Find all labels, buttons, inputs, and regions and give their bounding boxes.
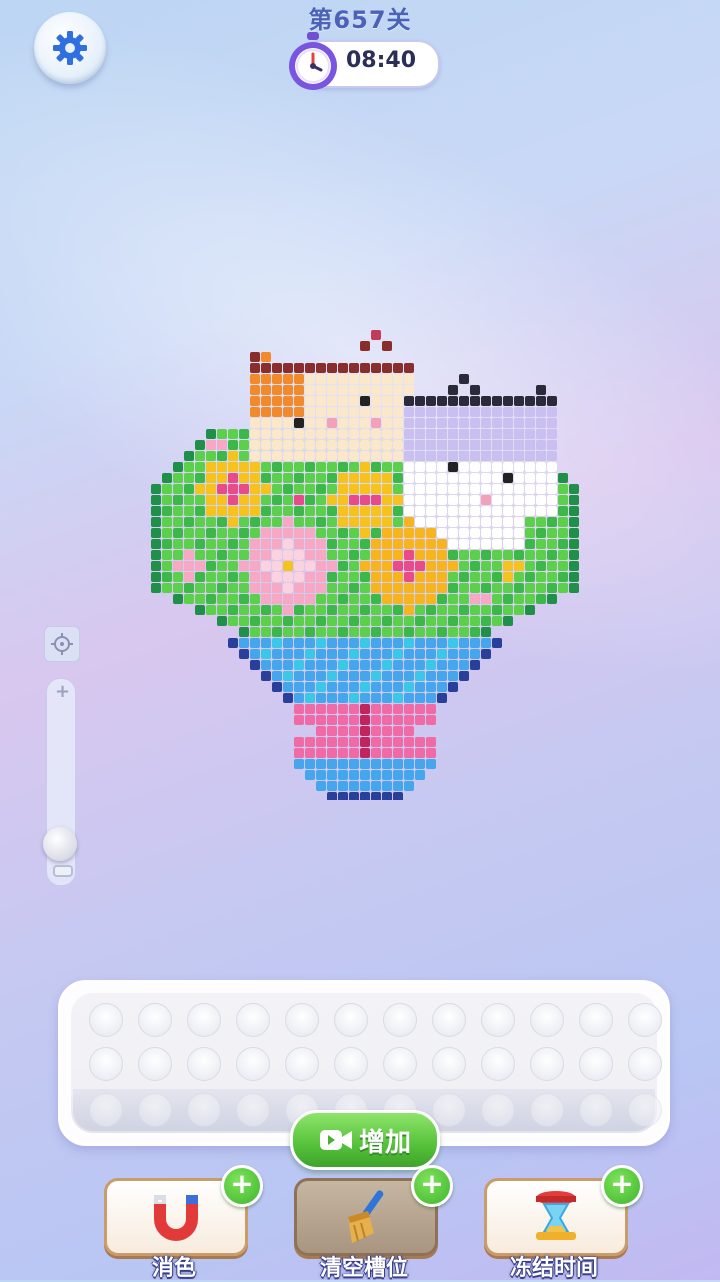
empty-slot xyxy=(481,1047,515,1081)
empty-slot xyxy=(432,1093,466,1127)
empty-slot xyxy=(334,1047,368,1081)
remove-color-label: 消色 xyxy=(151,1256,196,1281)
empty-slot xyxy=(432,1047,466,1081)
remove-color-add-badge[interactable]: + xyxy=(221,1165,263,1207)
empty-slot xyxy=(89,1047,123,1081)
empty-slot xyxy=(138,1047,172,1081)
locate-button[interactable] xyxy=(44,626,80,662)
empty-slot xyxy=(628,1093,662,1127)
empty-slot xyxy=(530,1003,564,1037)
empty-slot xyxy=(481,1003,515,1037)
freeze-time-add-badge[interactable]: + xyxy=(601,1165,643,1207)
empty-slot xyxy=(236,1093,270,1127)
zoom-in-icon[interactable]: + xyxy=(55,681,70,702)
empty-slot xyxy=(628,1003,662,1037)
slot-row xyxy=(89,1003,662,1037)
empty-slot xyxy=(89,1003,123,1037)
freeze-time-tool-button[interactable]: + xyxy=(484,1165,643,1256)
timer-value: 08:40 xyxy=(346,48,417,73)
broom-icon xyxy=(348,1190,384,1243)
empty-slot xyxy=(236,1003,270,1037)
freeze-time-label: 冻结时间 xyxy=(509,1256,598,1281)
add-slots-button[interactable]: 增加 xyxy=(290,1110,440,1170)
clear-slots-add-badge[interactable]: + xyxy=(411,1165,453,1207)
empty-slot xyxy=(481,1093,515,1127)
empty-slot xyxy=(89,1093,123,1127)
empty-slot xyxy=(530,1047,564,1081)
add-slots-label: 增加 xyxy=(358,1127,411,1158)
empty-slot xyxy=(334,1003,368,1037)
level-title: 第657关 xyxy=(308,6,412,34)
empty-slot xyxy=(187,1093,221,1127)
empty-slot xyxy=(285,1047,319,1081)
zoom-slider-handle[interactable] xyxy=(43,827,77,861)
crosshair-icon xyxy=(51,633,73,655)
hourglass-icon xyxy=(536,1191,576,1240)
empty-slot xyxy=(383,1003,417,1037)
slot-row xyxy=(89,1047,662,1081)
pixel-art-puzzle[interactable] xyxy=(140,330,580,800)
empty-slot xyxy=(579,1093,613,1127)
zoom-out-marker xyxy=(53,865,73,877)
empty-slot xyxy=(187,1003,221,1037)
empty-slot xyxy=(530,1093,564,1127)
stopwatch-icon xyxy=(289,32,337,90)
zoom-slider[interactable]: + xyxy=(43,678,77,886)
video-camera-icon xyxy=(319,1130,352,1150)
empty-slot xyxy=(579,1047,613,1081)
empty-slot xyxy=(236,1047,270,1081)
remove-color-tool-button[interactable]: + xyxy=(104,1165,263,1256)
empty-slot xyxy=(383,1047,417,1081)
empty-slot xyxy=(579,1003,613,1037)
empty-slot xyxy=(138,1093,172,1127)
empty-slot xyxy=(187,1047,221,1081)
magnet-icon xyxy=(154,1195,198,1241)
clear-slots-tool-button[interactable]: + xyxy=(294,1165,453,1256)
clear-slots-label: 清空槽位 xyxy=(319,1256,408,1281)
empty-slot xyxy=(285,1003,319,1037)
empty-slot xyxy=(138,1003,172,1037)
empty-slot xyxy=(432,1003,466,1037)
empty-slot xyxy=(628,1047,662,1081)
